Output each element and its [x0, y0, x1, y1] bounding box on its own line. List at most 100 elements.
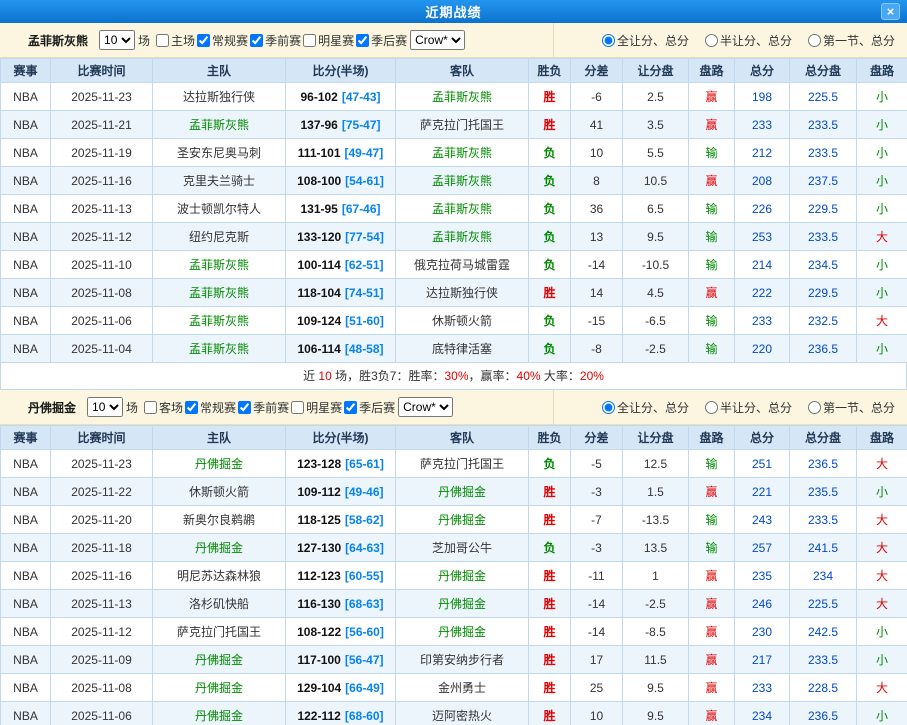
home-team-cell: 孟菲斯灰熊 [153, 251, 286, 279]
result-cell: 负 [529, 167, 571, 195]
home-team-cell: 丹佛掘金 [153, 702, 286, 725]
full-handicap-total-radio[interactable] [602, 34, 615, 47]
league-cell: NBA [1, 450, 51, 478]
column-header: 总分盘 [790, 426, 857, 450]
home-team-cell: 丹佛掘金 [153, 674, 286, 702]
date-cell: 2025-11-06 [51, 702, 153, 725]
point-diff-cell: 10 [571, 702, 623, 725]
column-header: 比赛时间 [51, 426, 153, 450]
nuggets-filter-bar: 丹佛掘金 10 场 客场常规赛季前赛明星赛季后赛 Crow* 全让分、总分半让分… [0, 390, 907, 425]
preseason-checkbox[interactable] [250, 34, 263, 47]
score-cell: 123-128[65-61] [286, 450, 396, 478]
score-cell: 108-100[54-61] [286, 167, 396, 195]
full-score: 117-100 [297, 653, 340, 667]
away-team-cell: 孟菲斯灰熊 [396, 167, 529, 195]
column-header: 总分 [735, 426, 790, 450]
full-handicap-total-radio-label[interactable]: 全让分、总分 [600, 399, 689, 416]
allstar-checkbox[interactable] [303, 34, 316, 47]
full-score: 96-102 [300, 90, 337, 104]
point-diff-cell: -3 [571, 534, 623, 562]
column-header: 胜负 [529, 59, 571, 83]
half-time-score: [48-58] [345, 342, 384, 356]
first-quarter-total-radio-label[interactable]: 第一节、总分 [806, 399, 895, 416]
handicap-line-cell: 9.5 [623, 674, 689, 702]
allstar-filter-label[interactable]: 明星赛 [301, 32, 354, 49]
first-quarter-total-radio[interactable] [808, 34, 821, 47]
game-row: NBA2025-11-04孟菲斯灰熊106-114[48-58]底特律活塞负-8… [1, 335, 907, 363]
half-handicap-total-radio-label[interactable]: 半让分、总分 [703, 399, 792, 416]
column-header: 比分(半场) [286, 426, 396, 450]
game-row: NBA2025-11-12萨克拉门托国王108-122[56-60]丹佛掘金胜-… [1, 618, 907, 646]
home-games-checkbox[interactable] [156, 34, 169, 47]
half-time-score: [56-47] [345, 653, 384, 667]
column-header: 分差 [571, 59, 623, 83]
total-line-cell: 233.5 [790, 646, 857, 674]
half-time-score: [66-49] [345, 681, 384, 695]
half-handicap-total-radio[interactable] [705, 401, 718, 414]
half-time-score: [64-63] [345, 541, 384, 555]
away-team-cell: 丹佛掘金 [396, 590, 529, 618]
league-cell: NBA [1, 702, 51, 725]
allstar-checkbox[interactable] [291, 401, 304, 414]
playoffs-checkbox[interactable] [356, 34, 369, 47]
regular-season-checkbox[interactable] [185, 401, 198, 414]
handicap-result-cell: 输 [689, 223, 735, 251]
preseason-filter-label[interactable]: 季前赛 [248, 32, 301, 49]
allstar-filter-label[interactable]: 明星赛 [289, 399, 342, 416]
handicap-line-cell: 5.5 [623, 139, 689, 167]
home-team-cell: 丹佛掘金 [153, 534, 286, 562]
playoffs-filter-label[interactable]: 季后赛 [342, 399, 395, 416]
preseason-filter-label[interactable]: 季前赛 [236, 399, 289, 416]
away-games-checkbox[interactable] [144, 401, 157, 414]
handicap-result-cell: 赢 [689, 478, 735, 506]
point-diff-cell: -15 [571, 307, 623, 335]
score-cell: 118-125[58-62] [286, 506, 396, 534]
over-under-cell: 小 [857, 195, 907, 223]
table-header-row: 赛事比赛时间主队比分(半场)客队胜负分差让分盘盘路总分总分盘盘路 [1, 426, 907, 450]
score-cell: 116-130[68-63] [286, 590, 396, 618]
bookmaker-select[interactable]: Crow* [410, 30, 465, 50]
playoffs-filter-label[interactable]: 季后赛 [354, 32, 407, 49]
over-under-cell: 大 [857, 674, 907, 702]
column-header: 主队 [153, 426, 286, 450]
games-count-select[interactable]: 10 [99, 30, 135, 50]
half-handicap-total-radio-label[interactable]: 半让分、总分 [703, 32, 792, 49]
point-diff-cell: 41 [571, 111, 623, 139]
odds-view-radio-group: 全让分、总分半让分、总分第一节、总分 [553, 23, 907, 57]
total-points-cell: 257 [735, 534, 790, 562]
grizzlies-table-body: NBA2025-11-23达拉斯独行侠96-102[47-43]孟菲斯灰熊胜-6… [1, 83, 907, 363]
total-line-cell: 233.5 [790, 223, 857, 251]
total-points-cell: 233 [735, 111, 790, 139]
regular-season-filter-label[interactable]: 常规赛 [195, 32, 248, 49]
home-games-filter-label[interactable]: 主场 [154, 32, 195, 49]
full-handicap-total-radio[interactable] [602, 401, 615, 414]
game-row: NBA2025-11-12纽约尼克斯133-120[77-54]孟菲斯灰熊负13… [1, 223, 907, 251]
total-points-cell: 221 [735, 478, 790, 506]
handicap-result-cell: 输 [689, 251, 735, 279]
half-handicap-total-radio[interactable] [705, 34, 718, 47]
first-quarter-total-radio[interactable] [808, 401, 821, 414]
regular-season-filter-label[interactable]: 常规赛 [183, 399, 236, 416]
full-handicap-total-radio-label[interactable]: 全让分、总分 [600, 32, 689, 49]
preseason-checkbox[interactable] [238, 401, 251, 414]
half-time-score: [54-61] [345, 174, 384, 188]
first-quarter-total-radio-label[interactable]: 第一节、总分 [806, 32, 895, 49]
total-line-cell: 225.5 [790, 83, 857, 111]
regular-season-checkbox[interactable] [197, 34, 210, 47]
total-points-cell: 251 [735, 450, 790, 478]
away-games-filter-label[interactable]: 客场 [142, 399, 183, 416]
date-cell: 2025-11-13 [51, 195, 153, 223]
bookmaker-select[interactable]: Crow* [398, 397, 453, 417]
games-count-select[interactable]: 10 [87, 397, 123, 417]
handicap-line-cell: -2.5 [623, 335, 689, 363]
full-score: 108-122 [297, 625, 341, 639]
column-header: 客队 [396, 59, 529, 83]
point-diff-cell: -14 [571, 251, 623, 279]
column-header: 盘路 [689, 59, 735, 83]
date-cell: 2025-11-21 [51, 111, 153, 139]
score-cell: 131-95[67-46] [286, 195, 396, 223]
over-under-cell: 大 [857, 223, 907, 251]
game-row: NBA2025-11-13洛杉矶快船116-130[68-63]丹佛掘金胜-14… [1, 590, 907, 618]
playoffs-checkbox[interactable] [344, 401, 357, 414]
close-icon[interactable]: × [881, 3, 900, 20]
